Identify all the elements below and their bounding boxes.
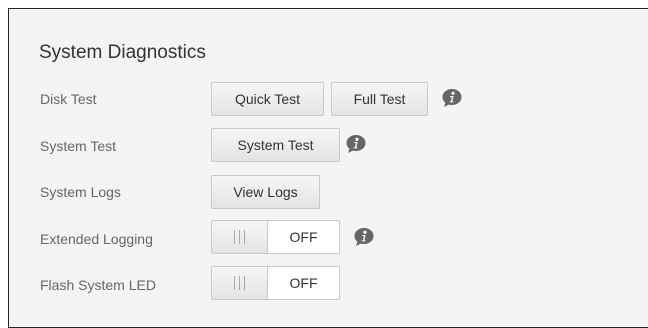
toggle-state: OFF — [289, 229, 318, 245]
flash-system-led-toggle[interactable]: OFF — [211, 266, 340, 300]
info-icon[interactable] — [345, 134, 367, 154]
info-icon[interactable] — [353, 227, 375, 247]
extended-logging-label: Extended Logging — [40, 231, 153, 247]
section-title: System Diagnostics — [39, 42, 206, 63]
quick-test-button[interactable]: Quick Test — [211, 82, 324, 116]
grip-icon — [234, 276, 245, 290]
toggle-handle[interactable] — [212, 221, 268, 253]
full-test-button[interactable]: Full Test — [331, 82, 428, 116]
view-logs-button[interactable]: View Logs — [211, 175, 320, 209]
info-icon[interactable] — [441, 88, 463, 108]
system-test-button[interactable]: System Test — [211, 128, 340, 162]
flash-system-led-label: Flash System LED — [40, 277, 156, 293]
system-test-label: System Test — [40, 138, 116, 154]
toggle-handle[interactable] — [212, 267, 268, 299]
disk-test-label: Disk Test — [40, 91, 97, 107]
extended-logging-toggle[interactable]: OFF — [211, 220, 340, 254]
grip-icon — [234, 230, 245, 244]
system-logs-label: System Logs — [40, 184, 121, 200]
toggle-state: OFF — [289, 275, 318, 291]
